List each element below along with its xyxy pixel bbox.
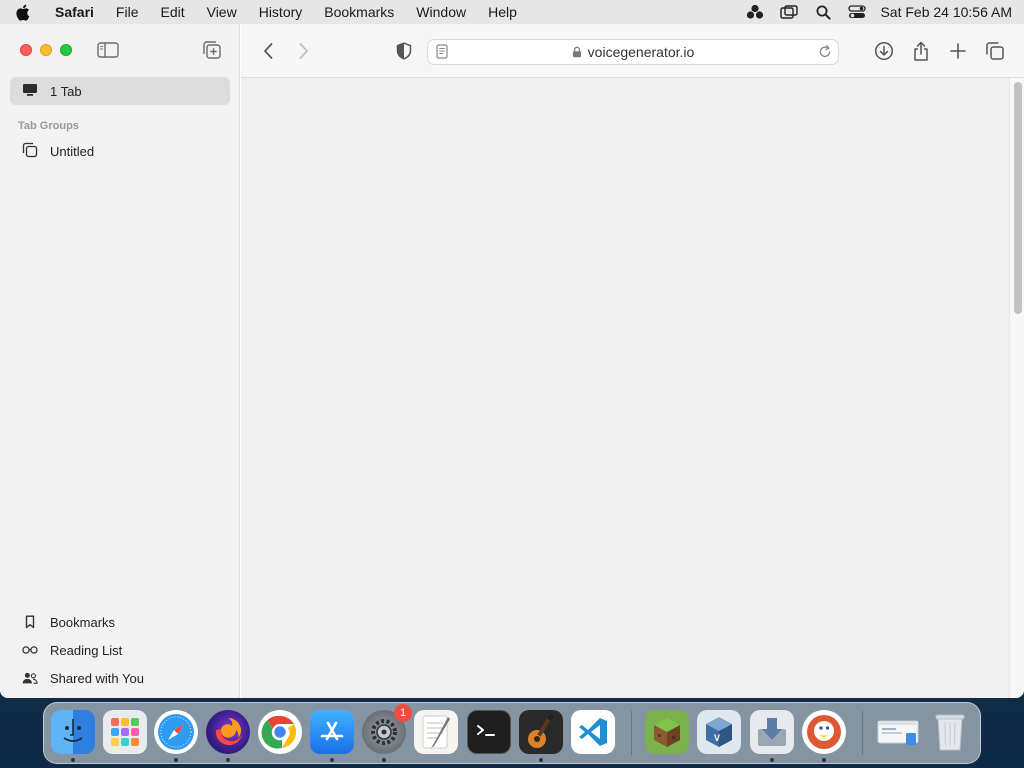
running-indicator [174, 758, 178, 762]
running-indicator [330, 758, 334, 762]
sidebar-item-untitled-label: Untitled [50, 143, 95, 159]
dock-launchpad-icon[interactable] [103, 710, 147, 754]
privacy-shield-icon[interactable] [393, 40, 415, 62]
dock-safari-icon[interactable] [154, 710, 198, 754]
sidebar-item-shared-label: Shared with You [50, 670, 144, 686]
dock-textedit-icon[interactable] [414, 710, 458, 754]
dock: 1 V [43, 702, 981, 764]
menu-edit[interactable]: Edit [149, 4, 195, 20]
address-bar[interactable]: voicegenerator.io [427, 39, 839, 65]
dock-separator [631, 711, 632, 755]
running-indicator [226, 758, 230, 762]
vertical-scrollbar[interactable] [1009, 78, 1024, 698]
control-center-icon[interactable] [840, 5, 874, 19]
running-indicator [539, 758, 543, 762]
sidebar-item-untitled-group[interactable]: Untitled [22, 141, 94, 161]
menu-bookmarks[interactable]: Bookmarks [313, 4, 405, 20]
running-indicator [71, 758, 75, 762]
minimize-window-button[interactable] [40, 44, 52, 56]
sidebar: 1 Tab Tab Groups Untitled Bookmarks Read… [0, 24, 240, 698]
spotlight-search-icon[interactable] [806, 5, 840, 20]
sidebar-item-reading-list[interactable]: Reading List [22, 636, 144, 664]
apple-menu-icon[interactable] [0, 4, 44, 21]
sidebar-item-tabs[interactable]: 1 Tab [10, 77, 230, 105]
glasses-icon [22, 645, 38, 655]
dock-separator [862, 711, 863, 755]
dock-downloads-icon[interactable] [750, 710, 794, 754]
dock-minecraft-icon[interactable] [645, 710, 689, 754]
menubar-clock[interactable]: Sat Feb 24 10:56 AM [880, 4, 1012, 20]
running-indicator [382, 758, 386, 762]
sidebar-item-shared-with-you[interactable]: Shared with You [22, 664, 144, 692]
menu-history[interactable]: History [248, 4, 314, 20]
status-area: Sat Feb 24 10:56 AM [738, 4, 1024, 20]
reload-icon[interactable] [818, 44, 832, 62]
forward-button[interactable] [293, 40, 315, 62]
dock-terminal-icon[interactable] [467, 710, 511, 754]
tab-group-icon [22, 142, 38, 161]
scrollbar-thumb[interactable] [1014, 82, 1022, 314]
dock-app-store-icon[interactable] [310, 710, 354, 754]
sidebar-item-bookmarks-label: Bookmarks [50, 614, 116, 630]
dock-garageband-icon[interactable] [519, 710, 563, 754]
sidebar-item-tabs-label: 1 Tab [50, 83, 82, 99]
dock-duckduckgo-icon[interactable] [802, 710, 846, 754]
menu-file[interactable]: File [105, 4, 150, 20]
dock-virtualbox-icon[interactable]: V [697, 710, 741, 754]
downloads-icon[interactable] [873, 40, 895, 62]
dock-system-preferences-icon[interactable]: 1 [362, 704, 412, 754]
menu-bar: Safari File Edit View History Bookmarks … [0, 0, 1024, 24]
new-tab-group-icon[interactable] [200, 39, 224, 61]
sidebar-toggle-icon[interactable] [96, 40, 120, 60]
notification-badge: 1 [394, 704, 412, 722]
page-menu-icon[interactable] [436, 44, 448, 62]
url-text[interactable]: voicegenerator.io [588, 44, 695, 60]
sidebar-bottom-list: Bookmarks Reading List Shared with You [22, 608, 144, 692]
dock-vscode-icon[interactable] [571, 710, 615, 754]
dock-firefox-icon[interactable] [206, 710, 250, 754]
maximize-window-button[interactable] [60, 44, 72, 56]
share-icon[interactable] [910, 40, 932, 62]
sidebar-item-reading-list-label: Reading List [50, 642, 123, 658]
window-controls [20, 44, 72, 56]
dock-finder-icon[interactable] [51, 710, 95, 754]
dock-chrome-icon[interactable] [258, 710, 302, 754]
browser-toolbar: voicegenerator.io [241, 24, 1024, 78]
menu-view[interactable]: View [196, 4, 248, 20]
tab-overview-icon[interactable] [984, 40, 1006, 62]
running-indicator [822, 758, 826, 762]
sidebar-item-bookmarks[interactable]: Bookmarks [22, 608, 144, 636]
screen-mirroring-icon[interactable] [772, 5, 806, 19]
dock-trash-icon[interactable] [928, 710, 972, 754]
creative-cloud-icon[interactable] [738, 4, 772, 20]
menu-help[interactable]: Help [477, 4, 528, 20]
web-content-area[interactable] [241, 78, 1009, 698]
safari-window: 1 Tab Tab Groups Untitled Bookmarks Read… [0, 24, 1024, 698]
back-button[interactable] [257, 40, 279, 62]
tab-groups-header: Tab Groups [18, 120, 79, 132]
bookmark-icon [22, 615, 38, 629]
running-indicator [770, 758, 774, 762]
dock-preview-window-icon[interactable] [876, 710, 920, 754]
new-tab-icon[interactable] [947, 40, 969, 62]
lock-icon [572, 46, 582, 58]
shared-people-icon [22, 671, 38, 685]
menu-app-name[interactable]: Safari [44, 4, 105, 20]
menu-window[interactable]: Window [405, 4, 477, 20]
svg-text:V: V [714, 733, 720, 743]
close-window-button[interactable] [20, 44, 32, 56]
computer-icon [22, 83, 38, 100]
